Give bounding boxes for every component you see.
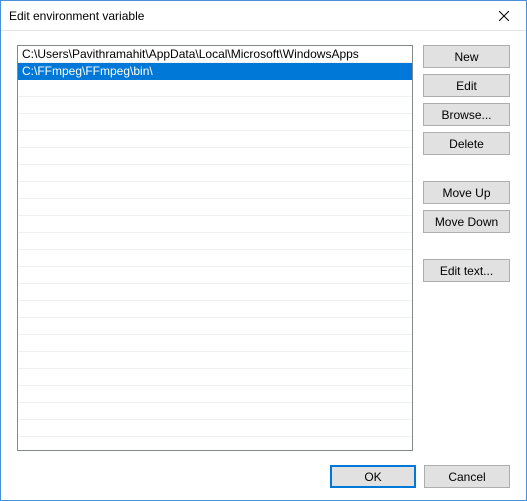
side-button-column: New Edit Browse... Delete Move Up Move D… bbox=[423, 45, 510, 451]
move-up-button[interactable]: Move Up bbox=[423, 181, 510, 204]
close-button[interactable] bbox=[481, 1, 526, 30]
list-item[interactable]: C:\Users\Pavithramahit\AppData\Local\Mic… bbox=[18, 46, 412, 63]
ok-button[interactable]: OK bbox=[330, 465, 416, 488]
new-button[interactable]: New bbox=[423, 45, 510, 68]
close-icon bbox=[499, 11, 509, 21]
cancel-button[interactable]: Cancel bbox=[424, 465, 510, 488]
list-item[interactable]: C:\FFmpeg\FFmpeg\bin\ bbox=[18, 63, 412, 80]
dialog-window: Edit environment variable C:\Users\Pavit… bbox=[0, 0, 527, 501]
delete-button[interactable]: Delete bbox=[423, 132, 510, 155]
bottom-button-row: OK Cancel bbox=[17, 465, 510, 488]
titlebar: Edit environment variable bbox=[1, 1, 526, 31]
path-listbox[interactable]: C:\Users\Pavithramahit\AppData\Local\Mic… bbox=[17, 45, 413, 451]
dialog-content: C:\Users\Pavithramahit\AppData\Local\Mic… bbox=[1, 31, 526, 500]
move-down-button[interactable]: Move Down bbox=[423, 210, 510, 233]
edit-text-button[interactable]: Edit text... bbox=[423, 259, 510, 282]
window-title: Edit environment variable bbox=[9, 9, 481, 23]
edit-button[interactable]: Edit bbox=[423, 74, 510, 97]
list-gridlines bbox=[18, 46, 412, 450]
browse-button[interactable]: Browse... bbox=[423, 103, 510, 126]
main-row: C:\Users\Pavithramahit\AppData\Local\Mic… bbox=[17, 45, 510, 451]
